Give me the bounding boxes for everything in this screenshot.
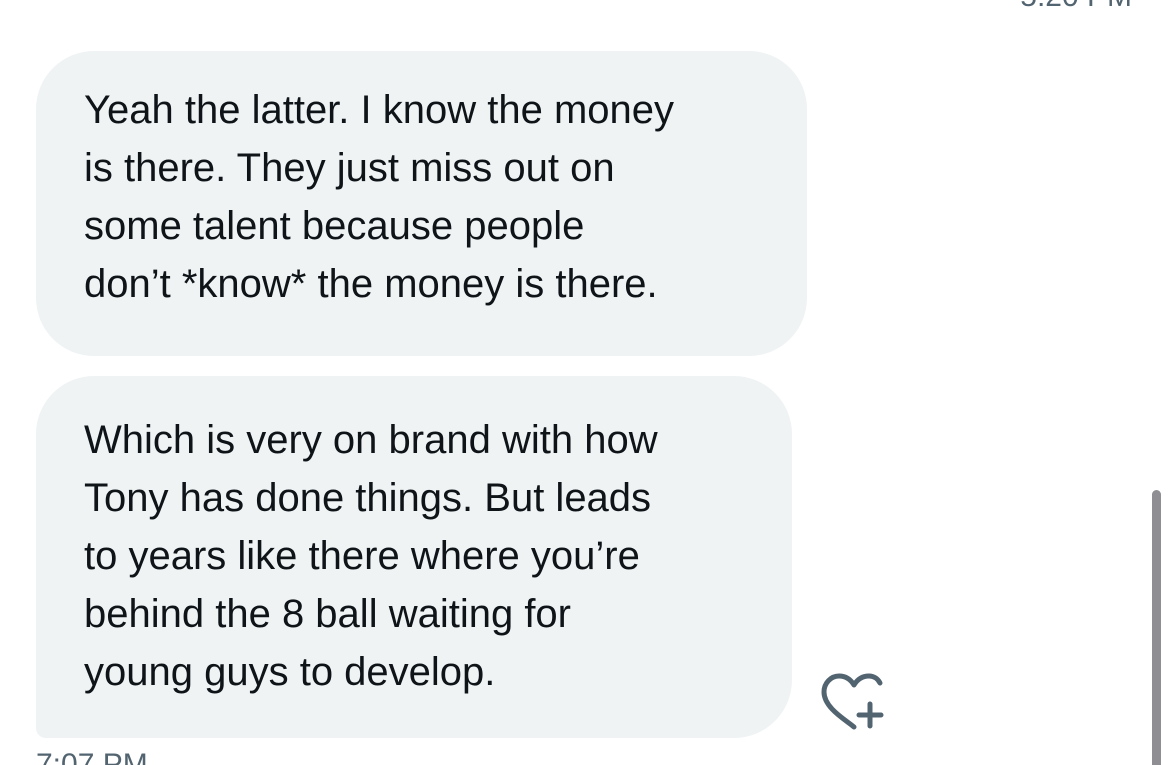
message-timestamp-top: 5:20 PM bbox=[1020, 0, 1132, 14]
message-bubble-2[interactable]: Which is very on brand with how Tony has… bbox=[36, 376, 792, 738]
message-text-line: Tony has done things. But leads bbox=[84, 476, 652, 520]
message-text-line: to years like there where you’re bbox=[84, 534, 640, 578]
message-text-line: is there. They just miss out on bbox=[84, 146, 615, 190]
heart-plus-icon bbox=[821, 673, 884, 730]
add-reaction-button[interactable] bbox=[818, 670, 888, 734]
message-text-line: young guys to develop. bbox=[84, 650, 496, 694]
message-text-line: Which is very on brand with how bbox=[84, 418, 658, 462]
message-text-line: behind the 8 ball waiting for bbox=[84, 592, 571, 636]
message-text-line: don’t *know* the money is there. bbox=[84, 262, 658, 306]
message-timestamp-bottom: 7:07 PM bbox=[36, 748, 148, 765]
dm-conversation: 5:20 PM Yeah the latter. I know the mone… bbox=[0, 0, 1170, 765]
message-bubble-1[interactable]: Yeah the latter. I know the money is the… bbox=[36, 51, 807, 356]
message-text-line: Yeah the latter. I know the money bbox=[84, 88, 675, 132]
message-text-line: some talent because people bbox=[84, 204, 585, 248]
scrollbar-thumb[interactable] bbox=[1152, 490, 1161, 765]
